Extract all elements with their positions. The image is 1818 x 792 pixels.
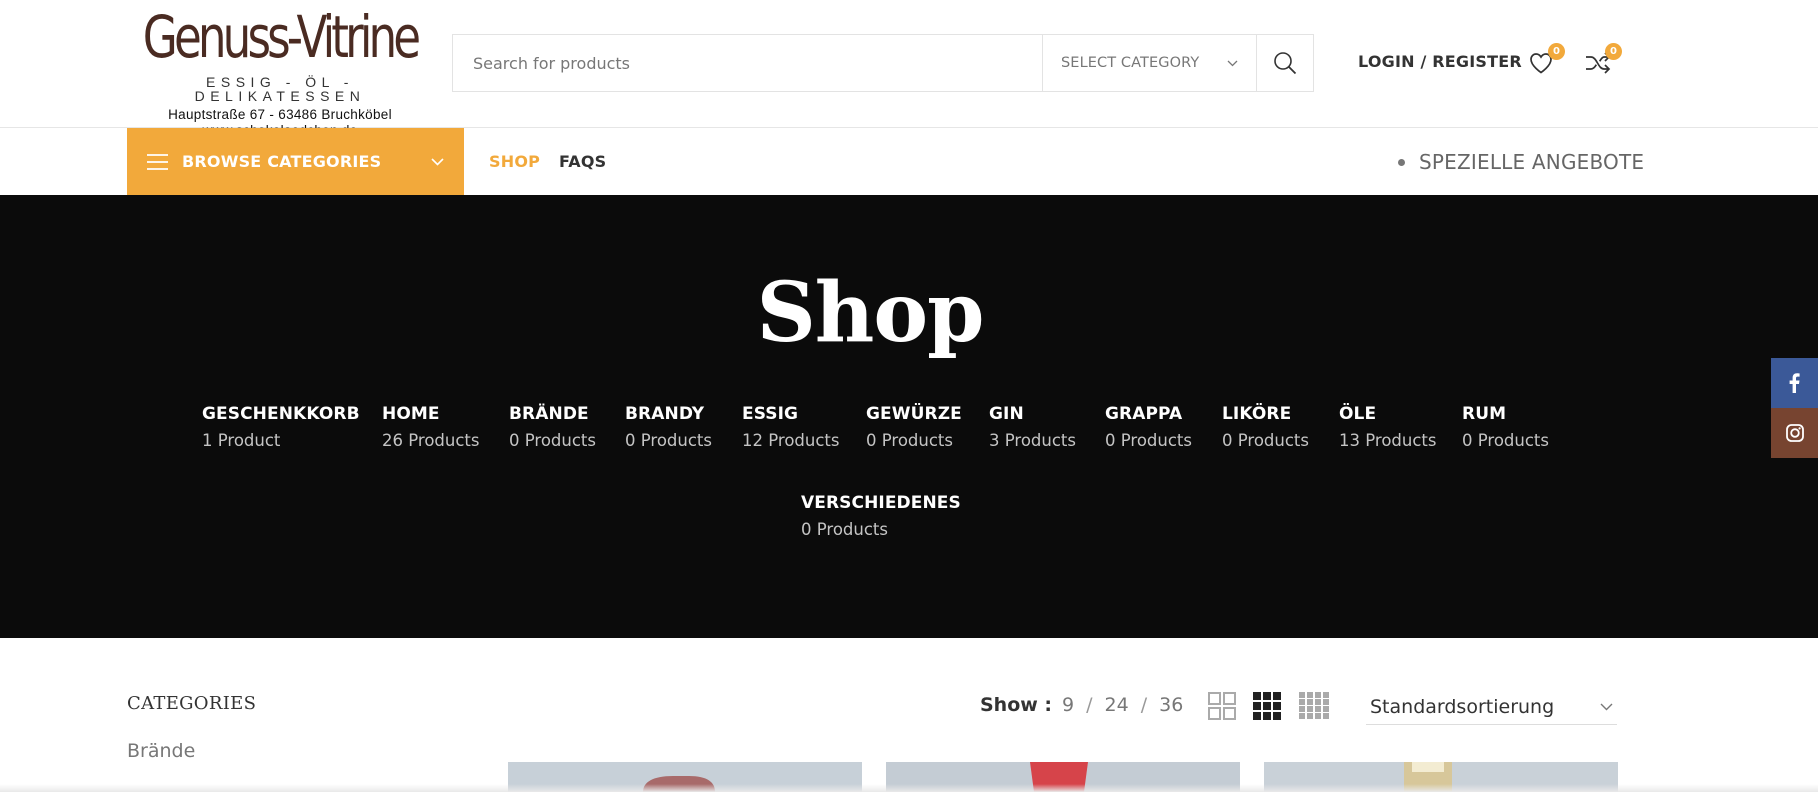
compare-count-badge: 0 bbox=[1605, 43, 1622, 60]
grid-3-columns-icon[interactable] bbox=[1253, 692, 1281, 720]
category-count: 0 Products bbox=[801, 520, 888, 539]
page-bottom-edge bbox=[0, 784, 1818, 792]
main-navigation: BROWSE CATEGORIES SHOP FAQS SPEZIELLE AN… bbox=[0, 128, 1818, 195]
facebook-icon bbox=[1789, 373, 1800, 393]
search-bar: SELECT CATEGORY bbox=[452, 34, 1314, 92]
chevron-down-icon bbox=[1227, 60, 1238, 66]
special-offers-label: SPEZIELLE ANGEBOTE bbox=[1419, 150, 1645, 174]
category-count: 0 Products bbox=[1105, 431, 1192, 450]
category-name: BRÄNDE bbox=[509, 404, 589, 424]
category-name: BRANDY bbox=[625, 404, 705, 424]
category-count: 12 Products bbox=[742, 431, 840, 450]
facebook-share-button[interactable] bbox=[1771, 358, 1818, 408]
search-button[interactable] bbox=[1256, 35, 1313, 91]
category-select-label: SELECT CATEGORY bbox=[1061, 55, 1200, 71]
category-name: LIKÖRE bbox=[1222, 404, 1292, 424]
logo-title: Genuss-Vitrine bbox=[142, 3, 421, 71]
bullet-icon bbox=[1398, 158, 1405, 166]
nav-link-faqs[interactable]: FAQS bbox=[559, 152, 606, 171]
category-link-geschenkkorb[interactable]: GESCHENKKORB 1 Product bbox=[202, 403, 360, 450]
category-name: RUM bbox=[1462, 404, 1507, 424]
per-page-option-36[interactable]: 36 bbox=[1159, 694, 1183, 716]
category-count: 0 Products bbox=[866, 431, 953, 450]
site-header: Genuss-Vitrine ESSIG - ÖL - DELIKATESSEN… bbox=[0, 0, 1818, 138]
chevron-down-icon bbox=[1600, 703, 1613, 711]
logo-address: Hauptstraße 67 - 63486 Bruchköbel bbox=[168, 107, 392, 122]
per-page-option-9[interactable]: 9 bbox=[1062, 694, 1074, 716]
category-count: 0 Products bbox=[625, 431, 712, 450]
category-link-grappa[interactable]: GRAPPA 0 Products bbox=[1105, 403, 1192, 450]
sort-select[interactable]: Standardsortierung bbox=[1366, 690, 1617, 725]
grid-2-columns-icon[interactable] bbox=[1208, 692, 1236, 720]
category-name: GESCHENKKORB bbox=[202, 404, 360, 424]
category-select[interactable]: SELECT CATEGORY bbox=[1042, 35, 1256, 91]
separator: / bbox=[1086, 694, 1093, 716]
grid-4-columns-icon[interactable] bbox=[1299, 692, 1329, 720]
category-link-oele[interactable]: ÖLE 13 Products bbox=[1339, 403, 1437, 450]
category-count: 26 Products bbox=[382, 431, 480, 450]
category-name: GIN bbox=[989, 404, 1024, 424]
category-link-essig[interactable]: ESSIG 12 Products bbox=[742, 403, 840, 450]
browse-categories-button[interactable]: BROWSE CATEGORIES bbox=[127, 128, 464, 195]
site-logo[interactable]: Genuss-Vitrine ESSIG - ÖL - DELIKATESSEN… bbox=[128, 0, 432, 138]
category-link-gin[interactable]: GIN 3 Products bbox=[989, 403, 1076, 450]
logo-subtitle: ESSIG - ÖL - DELIKATESSEN bbox=[194, 74, 366, 104]
instagram-share-button[interactable] bbox=[1771, 408, 1818, 458]
search-input[interactable] bbox=[453, 35, 1042, 91]
search-icon bbox=[1274, 52, 1297, 75]
show-label: Show : bbox=[980, 694, 1053, 716]
products-per-page: Show : 9 / 24 / 36 bbox=[980, 694, 1183, 716]
browse-categories-label: BROWSE CATEGORIES bbox=[182, 152, 382, 171]
page-title: Shop bbox=[756, 265, 985, 361]
wishlist-button[interactable]: 0 bbox=[1527, 43, 1565, 77]
shop-hero: Shop GESCHENKKORB 1 Product HOME 26 Prod… bbox=[0, 195, 1818, 638]
category-name: GEWÜRZE bbox=[866, 404, 962, 424]
category-count: 1 Product bbox=[202, 431, 281, 450]
category-link-verschiedenes[interactable]: VERSCHIEDENES 0 Products bbox=[801, 492, 961, 539]
sidebar-categories-title: CATEGORIES bbox=[127, 693, 257, 714]
per-page-option-24[interactable]: 24 bbox=[1105, 694, 1129, 716]
category-count: 13 Products bbox=[1339, 431, 1437, 450]
category-name: VERSCHIEDENES bbox=[801, 493, 961, 513]
compare-button[interactable]: 0 bbox=[1584, 43, 1622, 77]
category-link-likoere[interactable]: LIKÖRE 0 Products bbox=[1222, 403, 1309, 450]
wishlist-count-badge: 0 bbox=[1548, 43, 1565, 60]
category-count: 0 Products bbox=[1462, 431, 1549, 450]
nav-link-shop[interactable]: SHOP bbox=[489, 152, 540, 171]
category-count: 0 Products bbox=[1222, 431, 1309, 450]
hamburger-icon bbox=[147, 153, 168, 170]
category-name: GRAPPA bbox=[1105, 404, 1183, 424]
separator: / bbox=[1140, 694, 1148, 716]
category-name: HOME bbox=[382, 404, 440, 424]
category-count: 0 Products bbox=[509, 431, 596, 450]
category-link-rum[interactable]: RUM 0 Products bbox=[1462, 403, 1549, 450]
sidebar-category-braende[interactable]: Brände bbox=[127, 740, 195, 762]
sort-select-label: Standardsortierung bbox=[1370, 696, 1555, 718]
login-register-link[interactable]: LOGIN / REGISTER bbox=[1358, 52, 1522, 71]
category-name: ÖLE bbox=[1339, 404, 1377, 424]
special-offers-link[interactable]: SPEZIELLE ANGEBOTE bbox=[1398, 150, 1644, 174]
category-link-gewuerze[interactable]: GEWÜRZE 0 Products bbox=[866, 403, 962, 450]
chevron-down-icon bbox=[431, 157, 444, 166]
category-link-braende[interactable]: BRÄNDE 0 Products bbox=[509, 403, 596, 450]
category-link-home[interactable]: HOME 26 Products bbox=[382, 403, 480, 450]
category-name: ESSIG bbox=[742, 404, 799, 424]
category-link-brandy[interactable]: BRANDY 0 Products bbox=[625, 403, 712, 450]
category-count: 3 Products bbox=[989, 431, 1076, 450]
instagram-icon bbox=[1785, 424, 1804, 442]
